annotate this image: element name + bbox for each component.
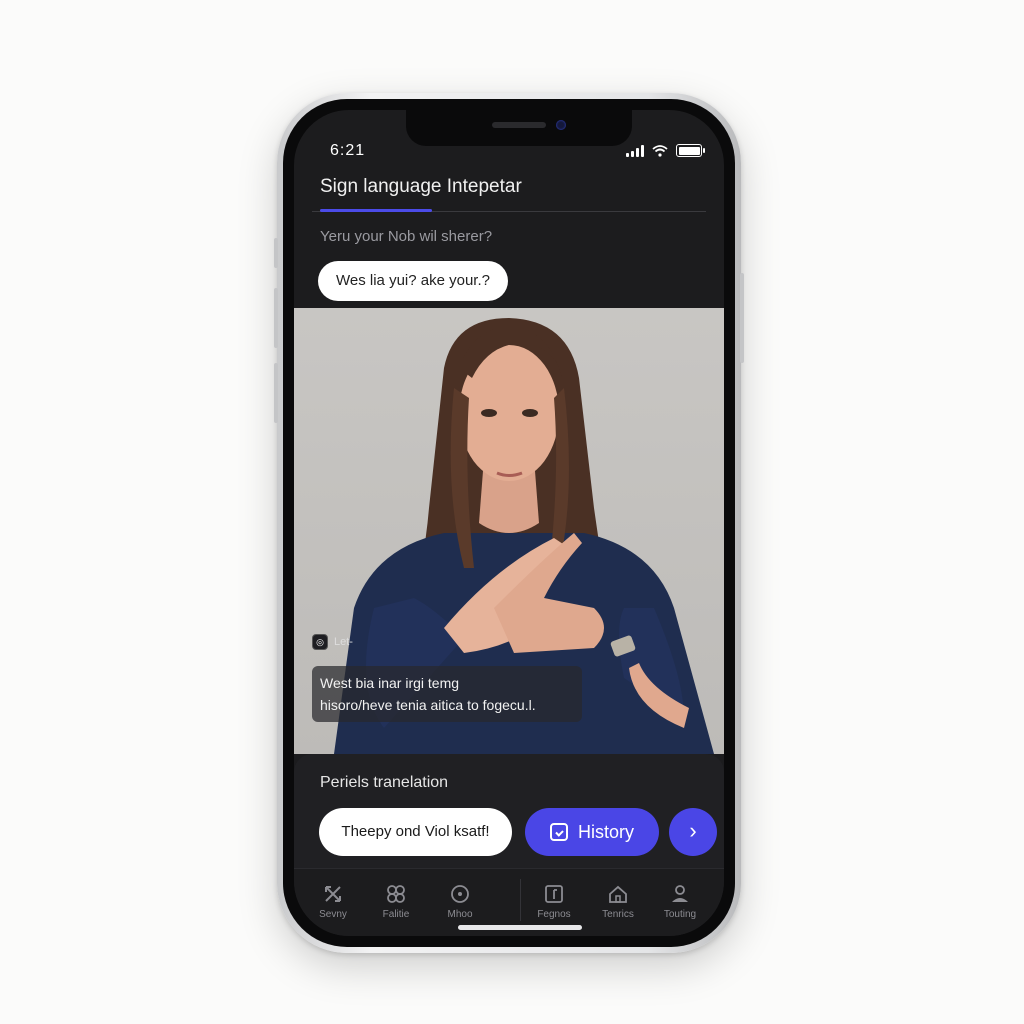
tab-label: Tenrics: [602, 909, 634, 920]
signal-icon: [626, 144, 644, 157]
status-icons: [626, 144, 705, 157]
page-title: Sign language Intepetar: [320, 176, 522, 197]
tab-label: Mhoo: [447, 909, 473, 920]
translation-output[interactable]: Theepy ond Viol ksatf!: [319, 808, 512, 856]
tab-divider: [520, 879, 521, 921]
volume-up-button: [274, 288, 278, 348]
flag-box-icon: [545, 885, 563, 903]
tab-falitie[interactable]: Falitie: [366, 883, 426, 920]
cross-arrows-icon: [325, 886, 341, 902]
battery-icon: [676, 144, 705, 157]
person-icon: [672, 885, 688, 902]
camera-icon: ◎: [312, 634, 328, 650]
screen: 6:21 Sign language Intepetar Yeru your N: [294, 110, 724, 936]
caption-overlay: West bia inar irgi temg hisoro/heve teni…: [312, 666, 582, 722]
history-button[interactable]: History: [525, 808, 659, 856]
next-button[interactable]: ›: [669, 808, 717, 856]
wifi-icon: [652, 144, 668, 157]
caption-line: hisoro/heve tenia aitica to fogecu.l.: [320, 697, 536, 713]
live-label: Let-: [334, 636, 353, 648]
history-icon: [549, 823, 568, 841]
tab-label: Fegnos: [537, 909, 571, 920]
tab-touting[interactable]: Touting: [650, 883, 710, 920]
circle-dot-icon: [451, 885, 469, 903]
prompt-label: Yeru your Nob wil sherer?: [320, 228, 493, 245]
home-indicator[interactable]: [458, 925, 582, 930]
power-button: [740, 273, 744, 363]
home-icon: [609, 885, 627, 903]
notch: [406, 110, 632, 146]
silent-switch: [274, 238, 278, 268]
panel-label: Periels tranelation: [320, 774, 449, 791]
tab-sevny[interactable]: Sevny: [303, 883, 363, 920]
live-indicator: ◎ Let-: [312, 634, 353, 650]
butterfly-icon: [387, 885, 405, 903]
caption-line: West bia inar irgi temg: [320, 675, 460, 691]
front-camera: [556, 120, 566, 130]
camera-feed: ◎ Let- West bia inar irgi temg hisoro/he…: [294, 308, 724, 754]
translation-panel: Periels tranelation Theepy ond Viol ksat…: [294, 754, 724, 868]
tab-fegnos[interactable]: Fegnos: [524, 883, 584, 920]
active-tab-indicator: [320, 209, 432, 212]
tab-label: Touting: [663, 909, 697, 920]
tab-tenrics[interactable]: Tenrics: [588, 883, 648, 920]
phone-frame: 6:21 Sign language Intepetar Yeru your N: [274, 93, 744, 953]
tab-mhoo[interactable]: Mhoo: [430, 883, 490, 920]
speaker-grille: [492, 122, 546, 128]
status-time: 6:21: [330, 142, 366, 159]
history-label: History: [577, 821, 634, 842]
tab-label: Sevny: [319, 909, 347, 920]
tab-label: Falitie: [382, 909, 410, 920]
bezel: 6:21 Sign language Intepetar Yeru your N: [283, 99, 735, 947]
volume-down-button: [274, 363, 278, 423]
query-bubble[interactable]: Wes lia yui? ake your.?: [318, 261, 508, 301]
